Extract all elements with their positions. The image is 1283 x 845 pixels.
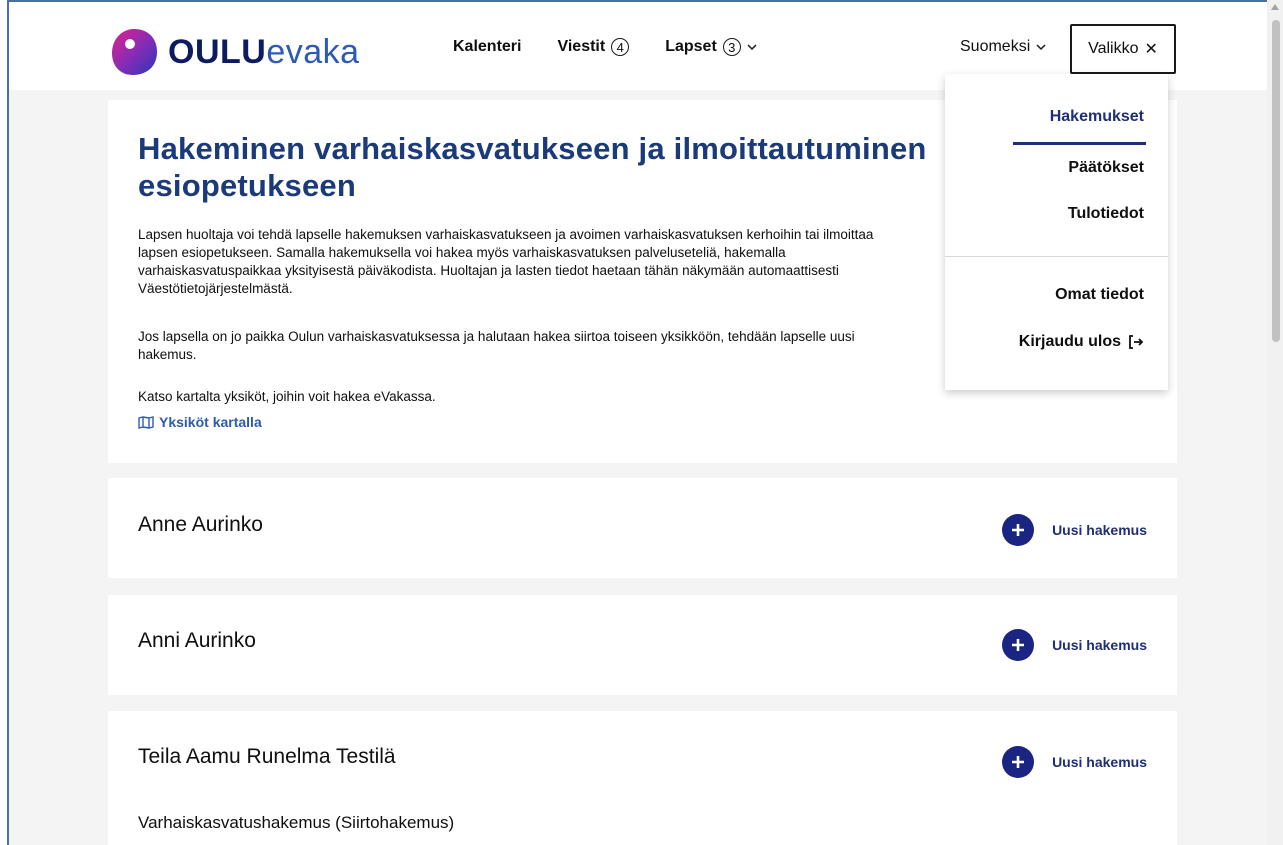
plus-icon — [1002, 629, 1035, 661]
logo-text-oulu: OULU — [168, 33, 267, 71]
logout-label: Kirjaudu ulos — [1018, 333, 1121, 350]
language-selector[interactable]: Suomeksi — [960, 38, 1046, 56]
logo-text-evaka: evaka — [266, 33, 360, 71]
children-count-badge: 3 — [722, 38, 741, 56]
chevron-down-icon — [1036, 40, 1046, 54]
menu-item-logout[interactable]: Kirjaudu ulos — [1019, 333, 1144, 351]
nav-calendar[interactable]: Kalenteri — [453, 38, 521, 56]
active-menu-indicator — [1013, 142, 1146, 145]
nav-calendar-label: Kalenteri — [453, 38, 522, 55]
evaka-logo-icon — [108, 26, 160, 78]
menu-item-decisions[interactable]: Päätökset — [1068, 159, 1144, 177]
nav-messages[interactable]: Viestit 4 — [557, 38, 630, 56]
sign-out-icon — [1128, 335, 1144, 349]
main-nav: Kalenteri Viestit 4 Lapset 3 — [453, 38, 793, 56]
new-application-button[interactable]: Uusi hakemus — [1002, 746, 1147, 778]
child-name: Anne Aurinko — [138, 513, 263, 536]
plus-icon — [1002, 746, 1035, 778]
child-card: Teila Aamu Runelma Testilä Uusi hakemus … — [108, 711, 1177, 845]
plus-icon — [1002, 514, 1035, 546]
user-menu-dropdown: Hakemukset Päätökset Tulotiedot Omat tie… — [945, 74, 1168, 390]
menu-divider — [945, 256, 1168, 257]
new-application-label: Uusi hakemus — [1052, 754, 1147, 770]
units-on-map-link[interactable]: Yksiköt kartalla — [138, 414, 262, 430]
new-application-label: Uusi hakemus — [1052, 637, 1147, 653]
menu-item-income[interactable]: Tulotiedot — [1068, 205, 1144, 223]
oulu-evaka-logo[interactable]: OULUevaka — [108, 26, 360, 78]
new-application-button[interactable]: Uusi hakemus — [1002, 629, 1147, 661]
page-title: Hakeminen varhaiskasvatukseen ja ilmoitt… — [138, 131, 927, 203]
scroll-up-arrow-icon[interactable] — [1271, 4, 1279, 10]
intro-paragraph-1: Lapsen huoltaja voi tehdä lapselle hakem… — [138, 227, 874, 296]
close-icon: ✕ — [1144, 41, 1158, 58]
child-card: Anni Aurinko Uusi hakemus — [108, 595, 1177, 695]
messages-count-badge: 4 — [611, 38, 630, 56]
child-name: Anni Aurinko — [138, 629, 256, 652]
map-link-label: Yksiköt kartalla — [159, 414, 262, 430]
child-name: Teila Aamu Runelma Testilä — [138, 745, 396, 768]
nav-children[interactable]: Lapset 3 — [665, 38, 757, 56]
nav-messages-label: Viestit — [557, 38, 606, 55]
nav-children-label: Lapset — [665, 38, 717, 55]
new-application-button[interactable]: Uusi hakemus — [1002, 514, 1147, 546]
page-scrollbar[interactable] — [1267, 0, 1283, 845]
window-left-edge — [0, 0, 9, 845]
intro-paragraph-3: Katso kartalta yksiköt, joihin voit hake… — [138, 389, 436, 404]
application-type-label: Varhaiskasvatushakemus (Siirtohakemus) — [138, 813, 455, 832]
menu-item-applications[interactable]: Hakemukset — [1050, 108, 1144, 126]
logo-wordmark: OULUevaka — [168, 32, 360, 72]
menu-item-personal-info[interactable]: Omat tiedot — [1055, 286, 1144, 304]
menu-button-label: Valikko — [1088, 40, 1139, 57]
chevron-down-icon — [747, 40, 757, 54]
new-application-label: Uusi hakemus — [1052, 522, 1147, 538]
scrollbar-thumb[interactable] — [1272, 20, 1280, 342]
map-icon — [138, 415, 159, 429]
menu-toggle-button[interactable]: Valikko ✕ — [1070, 24, 1176, 74]
intro-paragraph-2: Jos lapsella on jo paikka Oulun varhaisk… — [138, 329, 855, 362]
child-card: Anne Aurinko Uusi hakemus — [108, 478, 1177, 578]
language-label: Suomeksi — [960, 38, 1031, 55]
